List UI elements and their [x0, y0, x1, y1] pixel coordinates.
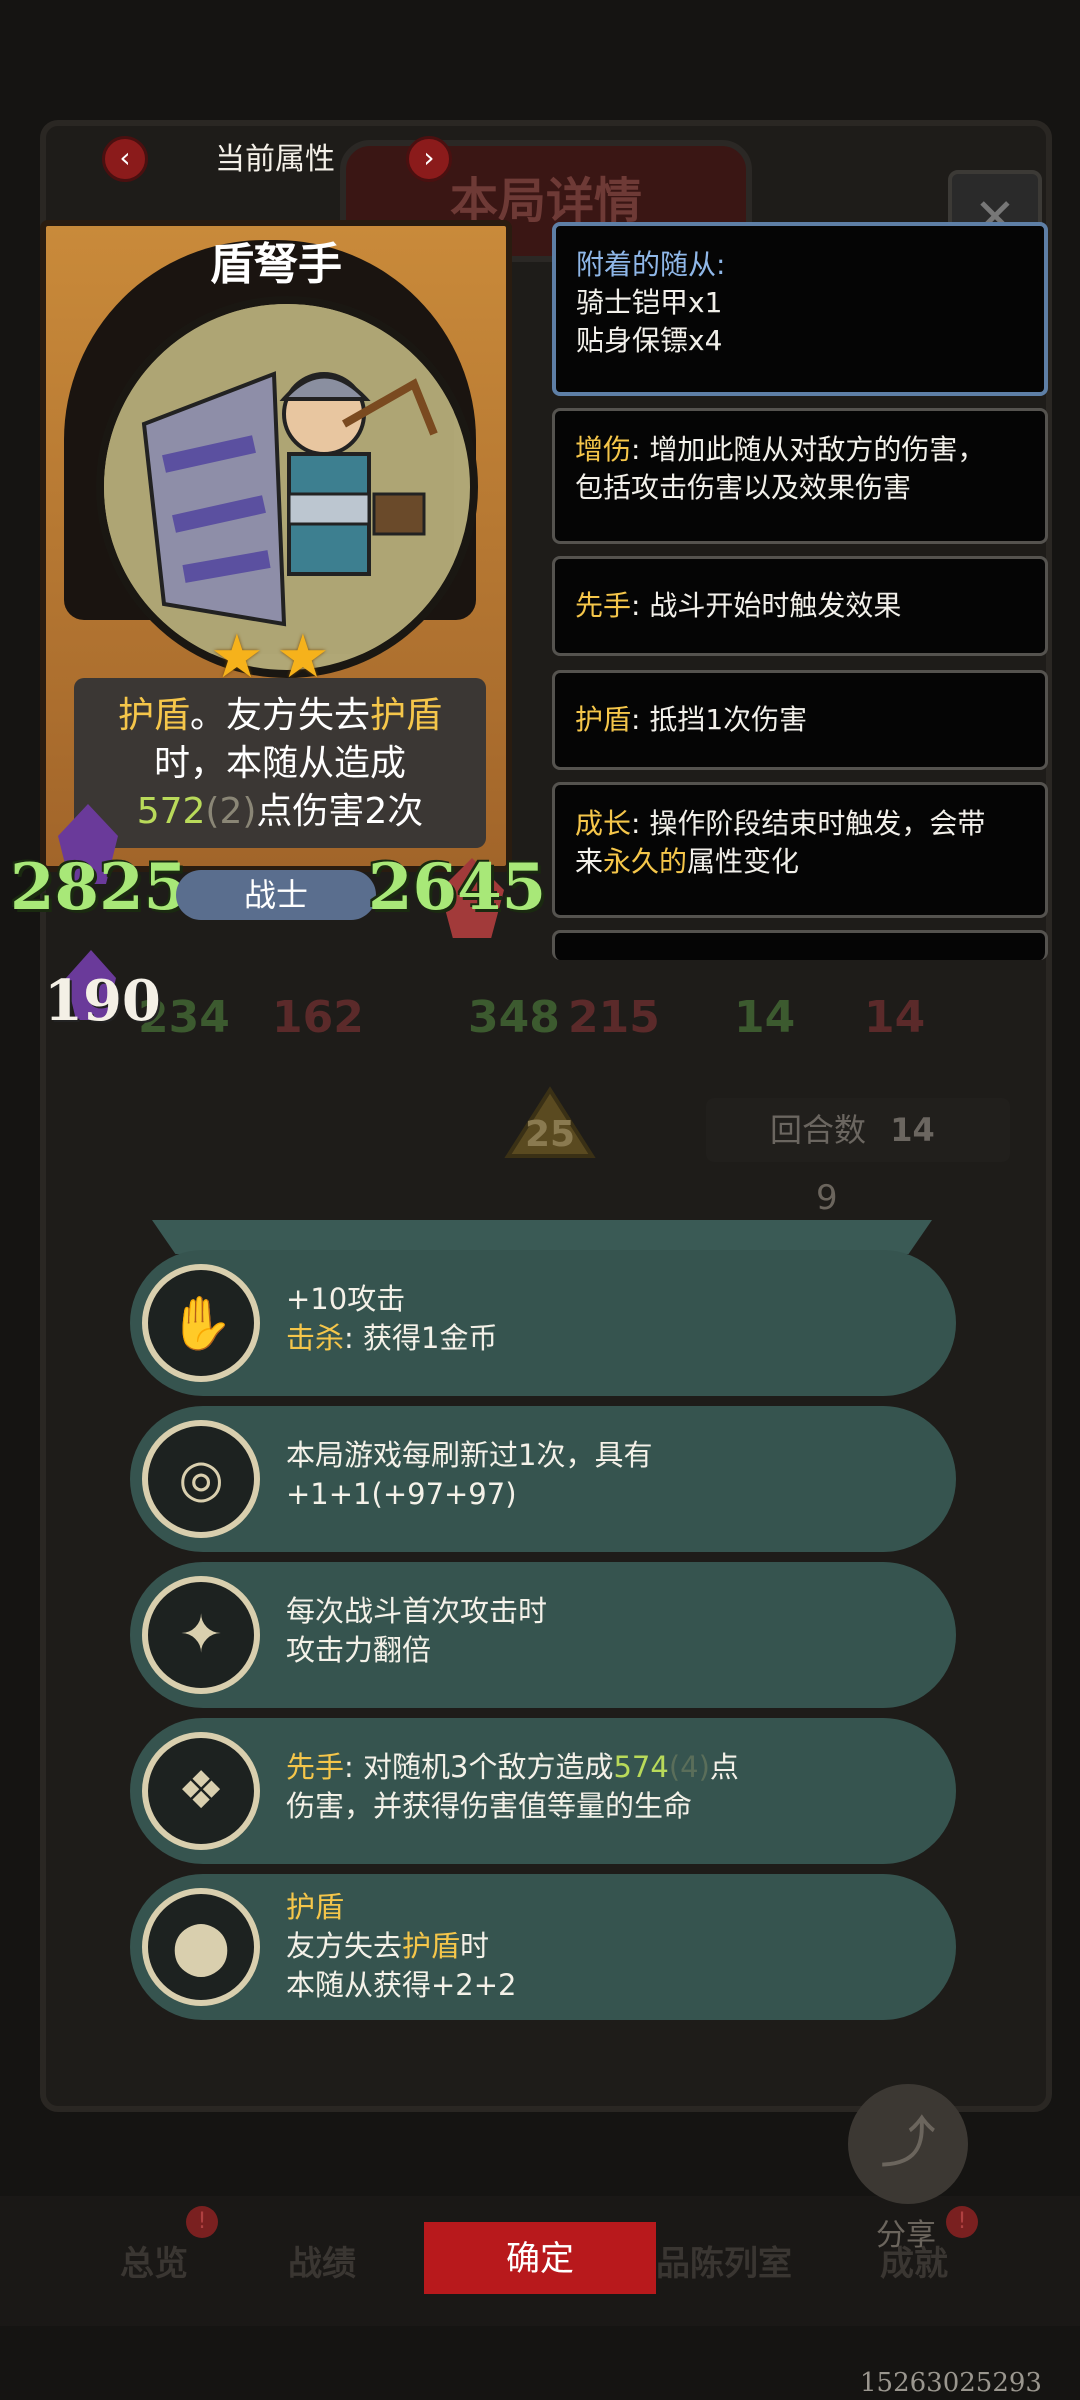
keyword-text: : 战斗开始时触发效果 — [631, 589, 902, 622]
ability-row: ⬤ 护盾 友方失去护盾时 本随从获得+2+2 — [130, 1874, 956, 2020]
user-id: 15263025293 — [860, 2368, 1042, 2398]
ability-line: 本随从获得+2+2 — [286, 1968, 517, 2002]
unit-portrait — [96, 296, 478, 678]
attached-item: 贴身保镖x4 — [576, 324, 723, 357]
ability-damage-bonus: (4) — [668, 1750, 710, 1784]
ability-line: : 获得1金币 — [344, 1321, 498, 1355]
ability-line: +10攻击 — [286, 1282, 406, 1316]
keyword-box-more — [552, 930, 1048, 960]
shop-level: 9 — [816, 1178, 838, 1218]
extra-stat-value: 190 — [44, 968, 161, 1034]
round-value: 14 — [890, 1111, 935, 1149]
keyword-box-shield: 护盾: 抵挡1次伤害 — [552, 670, 1048, 770]
confirm-button[interactable]: 确定 — [424, 2222, 656, 2294]
ring-icon: ◎ — [142, 1420, 260, 1538]
bird-icon: ❖ — [142, 1732, 260, 1850]
ability-line: 本局游戏每刷新过1次，具有 — [286, 1438, 653, 1472]
ability-row: ❖ 先手: 对随机3个敌方造成574(4)点 伤害，并获得伤害值等量的生命 — [130, 1718, 956, 1864]
keyword-name: 先手 — [575, 589, 632, 622]
ability-line: +1+1(+97+97) — [286, 1477, 517, 1511]
keyword-name: 护盾 — [575, 703, 632, 736]
keyword-box-damage-boost: 增伤: 增加此随从对敌方的伤害， 包括攻击伤害以及效果伤害 — [552, 408, 1048, 544]
gauntlet-icon: ✋ — [142, 1264, 260, 1382]
keyword-box-first-strike: 先手: 战斗开始时触发效果 — [552, 556, 1048, 656]
keyword-text: 属性变化 — [687, 845, 800, 878]
notification-dot: ! — [186, 2206, 218, 2238]
chevron-right-icon[interactable]: › — [406, 136, 452, 182]
desc-damage-bonus: (2) — [205, 791, 257, 832]
level-value: 25 — [524, 1114, 576, 1155]
nav-title: 当前属性 — [215, 142, 335, 177]
ability-line: 伤害，并获得伤害值等量的生命 — [286, 1789, 693, 1823]
keyword-text: 包括攻击伤害以及效果伤害 — [575, 471, 912, 504]
attached-minions-box: 附着的随从: 骑士铠甲x1 贴身保镖x4 — [552, 222, 1048, 396]
round-label: 回合数 — [770, 1111, 867, 1149]
ability-row: ✦ 每次战斗首次攻击时 攻击力翻倍 — [130, 1562, 956, 1708]
ability-line: 友方失去 — [286, 1929, 403, 1963]
ability-line: 时 — [460, 1929, 490, 1963]
beast-icon: ✦ — [142, 1576, 260, 1694]
keyword-text: 来 — [575, 845, 604, 878]
class-badge: 战士 — [176, 870, 376, 920]
health-value: 2645 — [368, 850, 547, 925]
round-counter: 回合数 14 — [706, 1098, 1010, 1162]
desc-damage-value: 572 — [136, 791, 206, 832]
keyword-box-growth: 成长: 操作阶段结束时触发，会带 来永久的属性变化 — [552, 782, 1048, 918]
ability-line: 每次战斗首次攻击时 — [286, 1594, 548, 1628]
ability-line: 点 — [709, 1750, 739, 1784]
desc-text: 点伤害2次 — [256, 791, 424, 832]
share-label: 分享 — [876, 2218, 936, 2253]
board-stat: 162 — [272, 992, 364, 1043]
ability-keyword: 护盾 — [402, 1929, 461, 1963]
abilities-banner — [152, 1220, 932, 1254]
tab-record[interactable]: 战绩 — [288, 2236, 356, 2285]
ability-damage-value: 574 — [613, 1750, 669, 1784]
board-stat: 14 — [734, 992, 796, 1043]
desc-keyword-shield: 护盾 — [117, 695, 190, 736]
ability-keyword: 护盾 — [286, 1890, 345, 1924]
shield-orb-icon: ⬤ — [142, 1888, 260, 2006]
notification-dot: ! — [946, 2206, 978, 2238]
keyword-name: 增伤 — [575, 433, 632, 466]
unit-name: 盾弩手 — [210, 239, 342, 290]
unit-description: 护盾。友方失去护盾 时，本随从造成 572(2)点伤害2次 — [74, 678, 486, 848]
tab-gallery[interactable]: 品陈列室 — [656, 2236, 792, 2285]
board-stat: 215 — [568, 992, 660, 1043]
ability-line: : 对随机3个敌方造成 — [344, 1750, 614, 1784]
desc-keyword-shield: 护盾 — [370, 695, 443, 736]
desc-text: 。友方失去 — [189, 695, 370, 736]
ability-line: 攻击力翻倍 — [286, 1633, 432, 1667]
desc-text: 时，本随从造成 — [153, 743, 406, 784]
ability-row: ◎ 本局游戏每刷新过1次，具有 +1+1(+97+97) — [130, 1406, 956, 1552]
tab-overview[interactable]: 总览 — [120, 2236, 188, 2285]
board-stat: 14 — [864, 992, 926, 1043]
ability-keyword: 击杀 — [286, 1321, 345, 1355]
attack-value: 2825 — [10, 850, 189, 925]
keyword-text: : 抵挡1次伤害 — [631, 703, 808, 736]
keyword-text: : 操作阶段结束时触发，会带 — [631, 807, 986, 840]
attached-item: 骑士铠甲x1 — [576, 286, 723, 319]
chevron-left-icon[interactable]: ‹ — [102, 136, 148, 182]
ability-row: ✋ +10攻击 击杀: 获得1金币 — [130, 1250, 956, 1396]
level-badge: 25 — [502, 1086, 598, 1176]
keyword-name: 成长 — [575, 807, 632, 840]
keyword-text: : 增加此随从对敌方的伤害， — [631, 433, 986, 466]
share-icon[interactable]: ⤴ — [848, 2084, 968, 2204]
keyword-highlight: 永久的 — [603, 845, 688, 878]
ability-keyword: 先手 — [286, 1750, 345, 1784]
board-stat: 348 — [468, 992, 560, 1043]
attached-title: 附着的随从: — [576, 248, 726, 281]
